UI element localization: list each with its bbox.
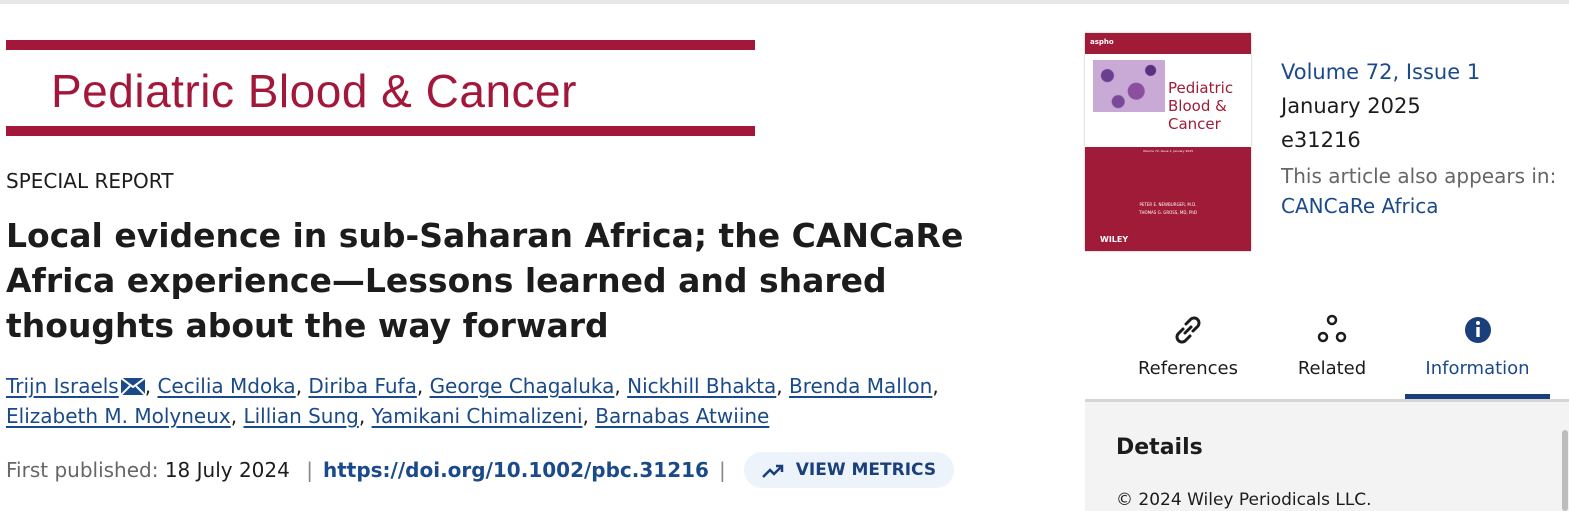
cover-editors: PETER E. NEWBURGER, M.D. THOMAS G. GROSS… <box>1085 201 1251 217</box>
tab-information[interactable]: Information <box>1405 310 1550 400</box>
envelope-icon[interactable] <box>120 378 145 395</box>
cover-title: Pediatric Blood & Cancer <box>1168 79 1234 133</box>
also-appears-label: This article also appears in: <box>1281 164 1557 188</box>
author-link[interactable]: Barnabas Atwiine <box>595 404 769 428</box>
tab-label: References <box>1137 358 1239 379</box>
author-link[interactable]: Cecilia Mdoka <box>157 374 295 398</box>
journal-banner[interactable]: Pediatric Blood & Cancer <box>6 40 755 137</box>
separator: | <box>306 458 313 482</box>
cover-publisher: WILEY <box>1100 235 1129 244</box>
related-nodes-icon <box>1317 314 1347 343</box>
author-list: Trijn Israels, Cecilia Mdoka, Diriba Fuf… <box>6 374 939 428</box>
first-published-date: 18 July 2024 <box>164 458 290 482</box>
panel-heading: Details <box>1116 435 1203 460</box>
volume-issue-link[interactable]: Volume 72, Issue 1 <box>1281 55 1566 89</box>
first-published-label: First published: <box>6 458 159 482</box>
author-link[interactable]: George Chagaluka <box>430 374 615 398</box>
issue-info: Volume 72, Issue 1 January 2025 e31216 T… <box>1281 55 1566 221</box>
tab-references[interactable]: References <box>1115 310 1261 398</box>
cover-editor: THOMAS G. GROSS, MD, PhD <box>1139 210 1197 215</box>
cover-editor: PETER E. NEWBURGER, M.D. <box>1139 202 1197 207</box>
author-link[interactable]: Yamikani Chimalizeni <box>372 404 583 428</box>
trending-up-icon <box>761 464 783 478</box>
cover-image <box>1093 60 1165 112</box>
view-metrics-label: VIEW METRICS <box>795 460 937 480</box>
tab-label: Related <box>1297 358 1367 379</box>
tab-related[interactable]: Related <box>1265 310 1399 398</box>
issue-date: January 2025 <box>1281 94 1421 118</box>
view-metrics-button[interactable]: VIEW METRICS <box>743 452 955 488</box>
publication-info: First published: 18 July 2024 | https://d… <box>6 452 955 488</box>
author-link[interactable]: Nickhill Bhakta <box>627 374 776 398</box>
top-divider <box>0 0 1569 4</box>
panel-scrollbar[interactable] <box>1562 430 1568 511</box>
info-icon <box>1464 317 1491 343</box>
link-icon <box>1175 316 1201 344</box>
author-link[interactable]: Diriba Fufa <box>308 374 416 398</box>
journal-banner-title: Pediatric Blood & Cancer <box>51 65 577 117</box>
cover-society-logo: aspho <box>1090 38 1114 46</box>
article-type: SPECIAL REPORT <box>6 169 174 193</box>
doi-link[interactable]: https://doi.org/10.1002/pbc.31216 <box>323 458 709 482</box>
copyright-text: © 2024 Wiley Periodicals LLC. <box>1116 490 1372 510</box>
side-tabs: References Related Information <box>1115 310 1551 400</box>
collection-link[interactable]: CANCaRe Africa <box>1281 191 1566 221</box>
banner-top-bar <box>6 40 755 50</box>
article-eid: e31216 <box>1281 128 1361 152</box>
author-link[interactable]: Elizabeth M. Molyneux <box>6 404 231 428</box>
cover-volume-line: Volume 72, Issue 1, January 2025 <box>1142 149 1194 153</box>
author-link[interactable]: Trijn Israels <box>6 374 119 398</box>
author-link[interactable]: Lillian Sung <box>243 404 358 428</box>
author-link[interactable]: Brenda Mallon <box>789 374 932 398</box>
tab-label: Information <box>1425 358 1530 379</box>
banner-bottom-bar <box>6 126 755 136</box>
separator: | <box>718 458 726 482</box>
article-title: Local evidence in sub-Saharan Africa; th… <box>6 216 964 345</box>
information-panel: Details © 2024 Wiley Periodicals LLC. <box>1085 402 1569 511</box>
journal-cover[interactable]: aspho Pediatric Blood & Cancer Volume 72… <box>1085 33 1251 251</box>
